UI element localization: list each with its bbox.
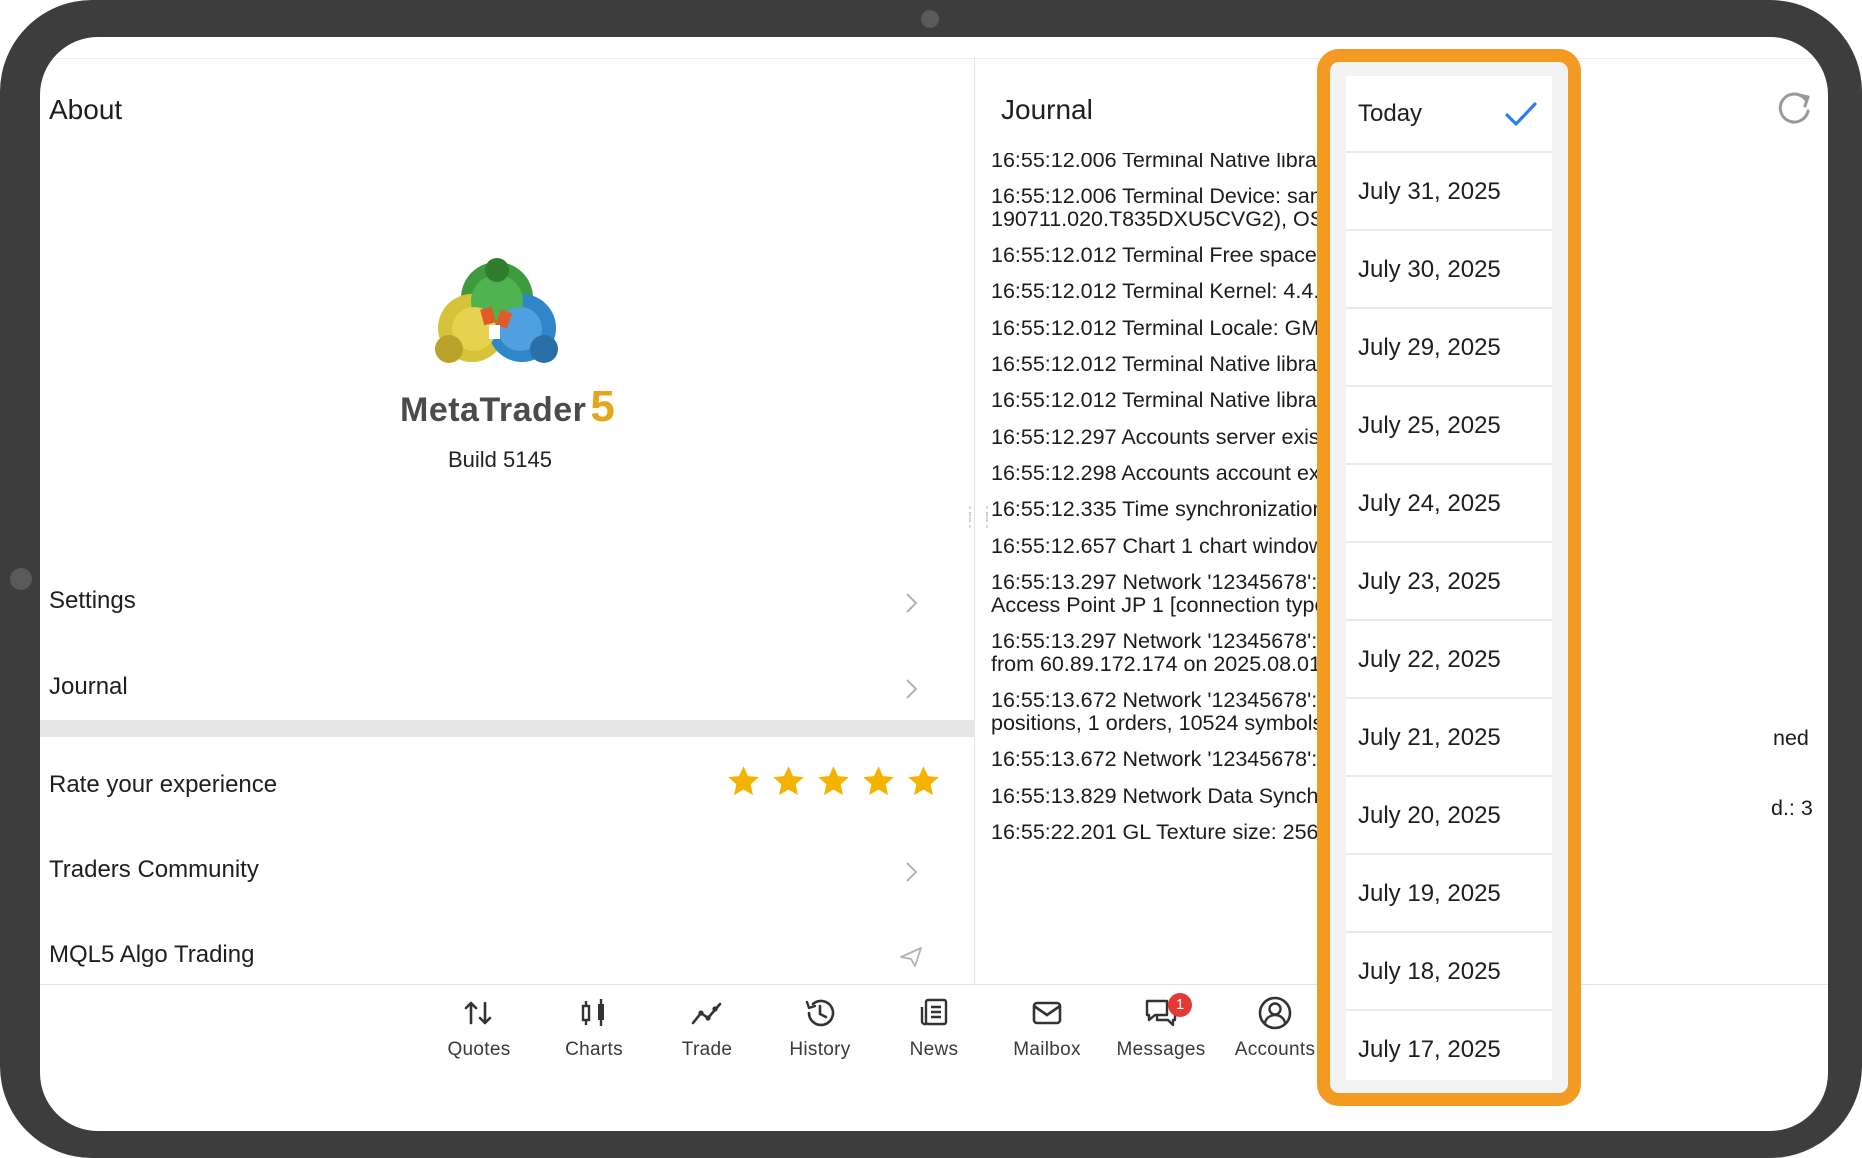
date-option[interactable]: Today <box>1346 76 1552 153</box>
refresh-icon[interactable] <box>1775 89 1813 127</box>
community-label: Traders Community <box>49 856 259 883</box>
settings-label: Settings <box>49 587 136 614</box>
brand-name: MetaTrader5 <box>400 382 615 432</box>
date-option[interactable]: July 22, 2025 <box>1346 622 1552 699</box>
section-separator <box>40 720 974 737</box>
news-icon <box>920 998 948 1026</box>
algo-label: MQL5 Algo Trading <box>49 941 255 968</box>
date-option[interactable]: July 19, 2025 <box>1346 856 1552 933</box>
chevron-right-icon <box>906 593 918 613</box>
nav-quotes[interactable]: Quotes <box>424 995 534 1061</box>
nav-mailbox[interactable]: Mailbox <box>992 995 1102 1061</box>
messages-badge: 1 <box>1168 993 1192 1017</box>
date-option-label: July 19, 2025 <box>1358 880 1501 907</box>
journal-entry: 16:55:22.201 GL Texture size: 256x256 <box>991 820 1366 844</box>
date-option-label: July 31, 2025 <box>1358 178 1501 205</box>
nav-accounts[interactable]: Accounts <box>1220 995 1330 1061</box>
rating-stars[interactable] <box>726 764 941 799</box>
nav-charts[interactable]: Charts <box>539 995 649 1061</box>
date-option-label: July 23, 2025 <box>1358 568 1501 595</box>
star-icon[interactable] <box>726 764 761 799</box>
nav-history[interactable]: History <box>765 995 875 1061</box>
history-clock-icon <box>805 999 835 1027</box>
date-option-label: July 29, 2025 <box>1358 334 1501 361</box>
star-icon[interactable] <box>906 764 941 799</box>
journal-overflow-text: ned <box>1773 726 1809 750</box>
trade-line-icon <box>691 1002 722 1025</box>
nav-news[interactable]: News <box>879 995 989 1061</box>
brand-text: MetaTrader <box>400 391 587 429</box>
star-icon[interactable] <box>771 764 806 799</box>
candlestick-icon <box>581 999 604 1026</box>
quotes-arrows-icon <box>464 1001 492 1025</box>
side-sensor-dot <box>10 568 32 590</box>
date-option[interactable]: July 21, 2025 <box>1346 700 1552 777</box>
mql5-algo-trading-item[interactable]: MQL5 Algo Trading <box>49 927 954 987</box>
nav-label: Charts <box>565 1039 623 1060</box>
nav-label: Accounts <box>1234 1039 1316 1060</box>
checkmark-icon <box>1505 102 1537 126</box>
date-option[interactable]: July 30, 2025 <box>1346 232 1552 309</box>
metatrader-logo-icon <box>435 258 558 363</box>
traders-community-item[interactable]: Traders Community <box>49 842 954 902</box>
date-option-label: July 17, 2025 <box>1358 1036 1501 1063</box>
nav-label: Messages <box>1116 1039 1206 1060</box>
camera-dot <box>921 10 939 28</box>
settings-menu-item[interactable]: Settings <box>49 573 954 633</box>
date-option[interactable]: July 23, 2025 <box>1346 544 1552 621</box>
account-icon <box>1258 996 1292 1030</box>
rate-label: Rate your experience <box>49 771 278 798</box>
date-option[interactable]: July 24, 2025 <box>1346 466 1552 543</box>
journal-menu-item[interactable]: Journal <box>49 659 954 719</box>
nav-label: Mailbox <box>1013 1039 1081 1060</box>
chevron-right-icon <box>906 862 918 882</box>
date-option[interactable]: July 17, 2025 <box>1346 1012 1552 1080</box>
chevron-right-icon <box>906 679 918 699</box>
date-option-label: Today <box>1358 100 1423 127</box>
date-option-label: July 18, 2025 <box>1358 958 1501 985</box>
star-icon[interactable] <box>816 764 851 799</box>
star-icon[interactable] <box>861 764 896 799</box>
nav-messages[interactable]: Messages 1 <box>1106 993 1216 1061</box>
send-icon <box>900 947 922 967</box>
nav-label: Quotes <box>447 1039 511 1060</box>
date-option-label: July 25, 2025 <box>1358 412 1501 439</box>
mail-icon <box>1032 1001 1062 1025</box>
date-option-label: July 24, 2025 <box>1358 490 1501 517</box>
nav-label: Trade <box>681 1039 733 1060</box>
journal-title: Journal <box>1001 94 1093 125</box>
nav-label: History <box>789 1039 851 1060</box>
date-option[interactable]: July 29, 2025 <box>1346 310 1552 387</box>
date-option[interactable]: July 31, 2025 <box>1346 154 1552 231</box>
date-option-label: July 20, 2025 <box>1358 802 1501 829</box>
date-dropdown-list[interactable]: Today July 31, 2025 July 30, 2025 July 29, … <box>1346 76 1552 1080</box>
date-dropdown-highlight: Today July 31, 2025 July 30, 2025 July 29, … <box>1317 49 1581 1106</box>
date-option-label: July 30, 2025 <box>1358 256 1501 283</box>
app-screen: ⋮⋮ ⋮⋮ About MetaTrader5 Build 5145 Settin… <box>40 37 1828 1131</box>
build-number: Build 5145 <box>448 447 552 472</box>
date-option-label: July 22, 2025 <box>1358 646 1501 673</box>
nav-trade[interactable]: Trade <box>652 995 762 1061</box>
date-option[interactable]: July 20, 2025 <box>1346 778 1552 855</box>
about-title: About <box>49 94 123 125</box>
date-option[interactable]: July 25, 2025 <box>1346 388 1552 465</box>
nav-label: News <box>909 1039 959 1060</box>
journal-overflow-text: d.: 3 <box>1771 796 1813 820</box>
journal-label: Journal <box>49 673 128 700</box>
tablet-frame: ⋮⋮ ⋮⋮ About MetaTrader5 Build 5145 Settin… <box>0 0 1862 1158</box>
date-option[interactable]: July 18, 2025 <box>1346 934 1552 1011</box>
date-option-label: July 21, 2025 <box>1358 724 1501 751</box>
brand-number: 5 <box>590 382 616 431</box>
